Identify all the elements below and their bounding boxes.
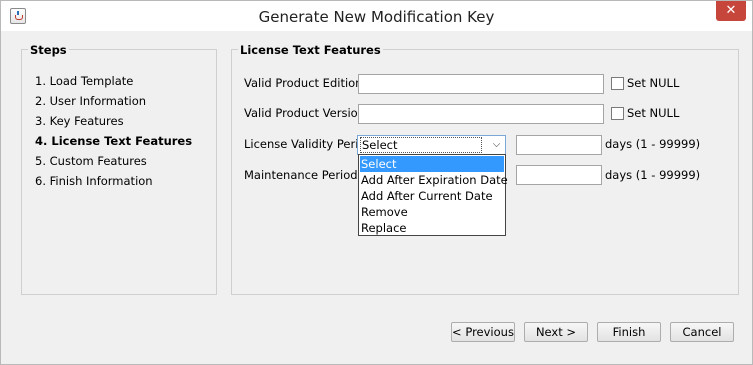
steps-title: Steps bbox=[28, 43, 69, 57]
product-version-input[interactable] bbox=[358, 104, 604, 124]
steps-panel: Steps 1. Load Template 2. User Informati… bbox=[21, 43, 217, 295]
step-user-information: 2. User Information bbox=[35, 94, 147, 108]
validity-period-selected: Select bbox=[360, 137, 482, 153]
option-add-after-current-date[interactable]: Add After Current Date bbox=[360, 188, 504, 204]
product-version-label: Valid Product Version: bbox=[244, 106, 369, 120]
maintenance-days-input[interactable] bbox=[516, 165, 602, 185]
step-finish-information: 6. Finish Information bbox=[35, 174, 153, 188]
finish-button[interactable]: Finish bbox=[597, 322, 661, 342]
option-remove[interactable]: Remove bbox=[360, 204, 504, 220]
option-select[interactable]: Select bbox=[360, 156, 504, 172]
product-version-set-null-label: Set NULL bbox=[627, 106, 680, 120]
validity-days-hint: days (1 - 99999) bbox=[605, 137, 701, 151]
step-load-template: 1. Load Template bbox=[35, 74, 134, 88]
product-edition-input[interactable] bbox=[358, 74, 604, 94]
step-license-text-features: 4. License Text Features bbox=[35, 134, 193, 148]
maintenance-period-label: Maintenance Period: bbox=[244, 168, 362, 182]
features-title: License Text Features bbox=[238, 43, 383, 57]
cancel-button[interactable]: Cancel bbox=[670, 322, 734, 342]
step-custom-features: 5. Custom Features bbox=[35, 154, 147, 168]
validity-period-dropdown: Select Add After Expiration Date Add Aft… bbox=[358, 154, 508, 236]
product-edition-label: Valid Product Edition: bbox=[244, 76, 367, 90]
step-key-features: 3. Key Features bbox=[35, 114, 124, 128]
maintenance-days-hint: days (1 - 99999) bbox=[605, 168, 701, 182]
window-title: Generate New Modification Key bbox=[258, 8, 495, 26]
product-edition-set-null-label: Set NULL bbox=[627, 76, 680, 90]
validity-period-combobox[interactable]: Select ⌵ bbox=[357, 135, 506, 155]
dialog-window: Generate New Modification Key ✕ Steps 1.… bbox=[0, 0, 753, 365]
previous-button[interactable]: < Previous bbox=[451, 322, 515, 342]
chevron-down-icon[interactable]: ⌵ bbox=[488, 137, 505, 153]
close-button[interactable]: ✕ bbox=[716, 1, 746, 21]
option-add-after-expiration-date[interactable]: Add After Expiration Date bbox=[360, 172, 508, 188]
validity-days-input[interactable] bbox=[516, 135, 602, 155]
product-edition-set-null-checkbox[interactable] bbox=[611, 77, 624, 90]
option-replace[interactable]: Replace bbox=[360, 220, 504, 236]
product-version-set-null-checkbox[interactable] bbox=[611, 107, 624, 120]
title-bar: Generate New Modification Key ✕ bbox=[1, 1, 752, 31]
next-button[interactable]: Next > bbox=[524, 322, 588, 342]
